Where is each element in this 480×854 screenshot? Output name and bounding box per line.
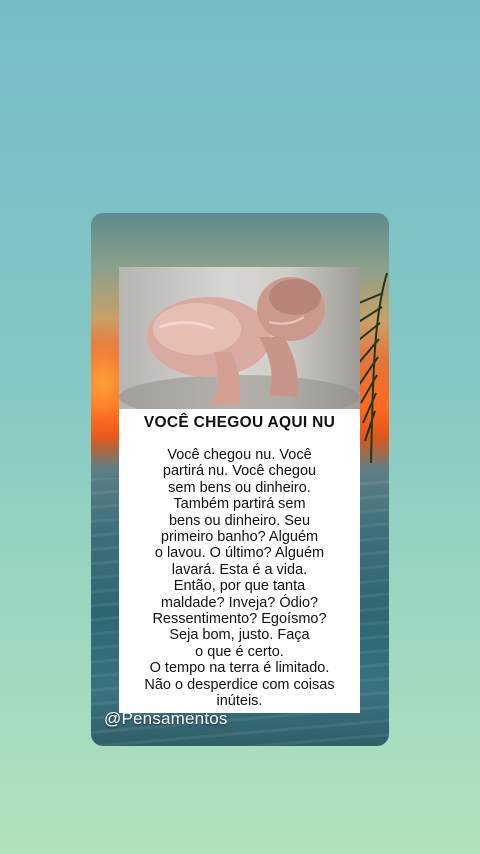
post-line: bens ou dinheiro. Seu bbox=[168, 512, 311, 529]
post-line: partirá nu. Você chegou bbox=[162, 463, 317, 480]
post-line: Então, por que tanta bbox=[173, 578, 306, 595]
post-line: primeiro banho? Alguém bbox=[160, 529, 319, 546]
post-line: Não o desperdice com coisas bbox=[144, 676, 335, 693]
post-line: inúteis. bbox=[216, 693, 263, 710]
post-line: o lavou. O último? Alguém bbox=[154, 545, 325, 562]
post-line: O tempo na terra é limitado. bbox=[149, 660, 330, 677]
post-line: lavará. Esta é a vida. bbox=[171, 561, 308, 578]
post-line: sem bens ou dinheiro. bbox=[168, 479, 311, 496]
post-line: Você chegou nu. Você bbox=[167, 447, 312, 463]
post-line: Seja bom, justo. Faça bbox=[169, 627, 310, 644]
post-line: Também partirá sem bbox=[173, 496, 306, 513]
watermark-handle: @Pensamentos bbox=[104, 709, 228, 728]
post-line: o que é certo. bbox=[195, 643, 284, 660]
post-title: VOCÊ CHEGOU AQUI NU bbox=[143, 414, 336, 431]
post-content: VOCÊ CHEGOU AQUI NU Você chegou nu. Você… bbox=[119, 267, 360, 713]
post-body: Você chegou nu. Você partirá nu. Você ch… bbox=[119, 447, 360, 710]
post-card: VOCÊ CHEGOU AQUI NU Você chegou nu. Você… bbox=[91, 213, 389, 746]
baby-illustration bbox=[119, 277, 359, 409]
post-line: Ressentimento? Egoísmo? bbox=[152, 611, 327, 628]
post-line: maldade? Inveja? Ódio? bbox=[160, 594, 319, 611]
baby-photo bbox=[119, 267, 360, 409]
